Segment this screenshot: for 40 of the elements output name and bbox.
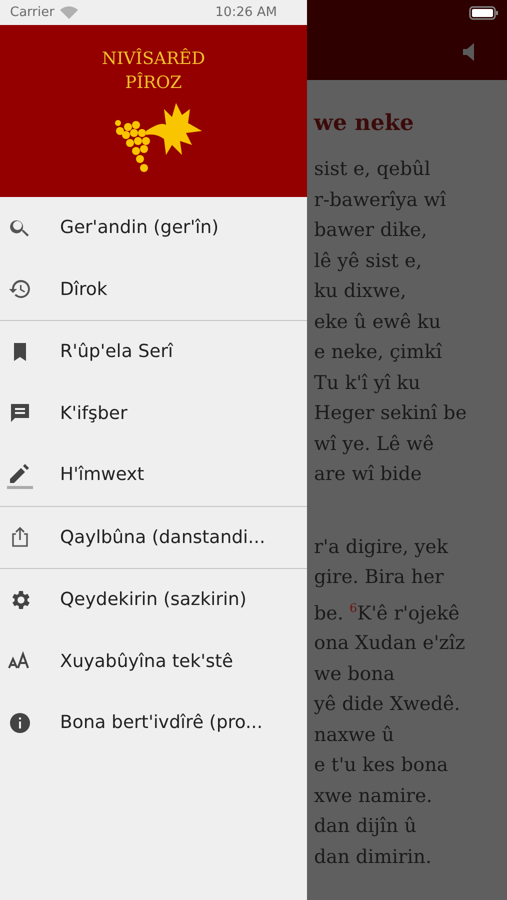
verse-text: wî ye. Lê wê [314,432,435,456]
menu-item[interactable]: K'ifşber [0,382,307,444]
verse-text: bawer dike, [314,218,428,243]
chapter-heading: we neke [314,110,415,136]
menu-item[interactable]: H'îmwext [0,444,307,506]
verse-text: Heger sekinî be [314,401,468,426]
verse-text: e t'u kes bona [314,753,450,778]
verse-text: eke û ewê ku [314,310,442,334]
menu-item[interactable]: R'ûp'ela Serî [0,321,307,382]
status-time: 10:26 AM [215,5,277,20]
menu-item[interactable]: Qaylbûna (danstandi... [0,506,307,568]
verse-text: sist e, qebûl [314,157,432,182]
menu-item[interactable]: Ger'andin (ger'în) [0,197,307,258]
battery-icon [469,6,499,20]
verse-text: r-bawerîya wî [314,188,448,212]
verse-text: we bona [314,662,396,687]
verse-text: dan dijîn û [314,814,418,840]
menu-item[interactable]: Bona bert'ivdîrê (pro... [0,692,307,754]
speaker-icon[interactable] [463,42,475,60]
verse-text: ku dixwe, [314,279,408,304]
verse-text: are wî bide [314,462,423,487]
logo-title: NIVÎSARÊD [102,47,206,71]
verse-text: ona Xudan e'zîz [314,631,466,656]
logo-title: PÎROZ [125,71,182,95]
verse-text: lê yê sist e, [314,248,423,274]
menu-item[interactable]: Qeydekirin (sazkirin) [0,569,307,630]
verse-text: xwe namire. [314,784,434,809]
info-icon [8,710,32,735]
wifi-icon [60,6,78,19]
verse-text: yê dide Xwedê. [314,692,462,718]
menu-item[interactable]: Dîrok [0,258,307,320]
verse-text: be. $^{6}$K'ê r'ojekê [314,600,460,626]
verse-text: gire. Bira her [314,565,445,590]
verse-text: e neke, çimkî [314,340,443,365]
carrier-label: Carrier [10,5,54,20]
verse-text: naxwe û [314,722,396,748]
verse-text: dan dimirin. [314,844,433,870]
verse-text: r'a digire, yek [314,534,450,560]
verse-text: Tu k'î yî ku [314,370,422,396]
menu-item[interactable]: Xuyabûyîna tek'stê [0,630,307,692]
